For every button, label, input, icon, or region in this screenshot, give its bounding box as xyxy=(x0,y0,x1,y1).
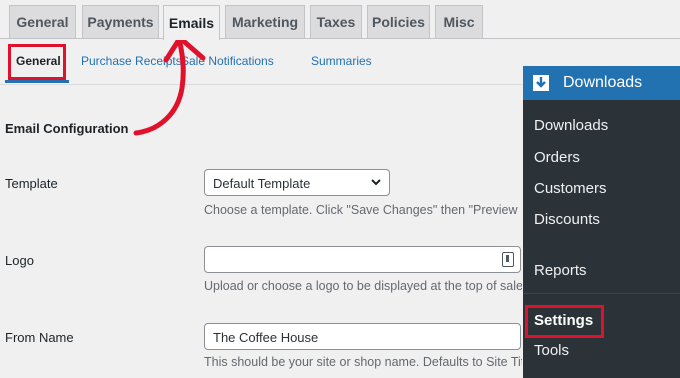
subnav-summaries[interactable]: Summaries xyxy=(311,54,372,68)
subnav-active-indicator xyxy=(5,80,69,83)
chevron-down-icon xyxy=(371,179,381,186)
tab-policies[interactable]: Policies xyxy=(367,5,430,38)
highlight-box-general xyxy=(8,44,66,80)
tab-marketing[interactable]: Marketing xyxy=(225,5,305,38)
from-name-description: This should be your site or shop name. D… xyxy=(204,355,522,369)
template-select-value: Default Template xyxy=(213,176,311,191)
from-name-input-value: The Coffee House xyxy=(213,330,319,345)
sidebar-item-discounts[interactable]: Discounts xyxy=(534,211,600,228)
from-name-label: From Name xyxy=(5,330,74,345)
tab-general[interactable]: General xyxy=(9,5,76,38)
sidebar-item-customers[interactable]: Customers xyxy=(534,180,607,197)
tab-taxes[interactable]: Taxes xyxy=(310,5,362,38)
tab-misc[interactable]: Misc xyxy=(435,5,483,38)
sidebar-divider xyxy=(523,293,680,294)
sidebar-item-tools[interactable]: Tools xyxy=(534,342,569,359)
sidebar-item-reports[interactable]: Reports xyxy=(534,262,587,279)
tab-emails[interactable]: Emails xyxy=(163,5,220,40)
curved-arrow-icon xyxy=(133,35,206,136)
settings-tabs: General Payments Emails Marketing Taxes … xyxy=(0,0,680,40)
sidebar-item-orders[interactable]: Orders xyxy=(534,149,580,166)
sidebar-header-title: Downloads xyxy=(563,74,643,91)
tabs-divider xyxy=(0,38,680,39)
section-title: Email Configuration xyxy=(5,121,129,136)
template-select[interactable]: Default Template xyxy=(204,169,390,196)
logo-input[interactable] xyxy=(204,246,521,273)
upload-icon[interactable] xyxy=(502,252,514,267)
download-icon xyxy=(533,75,549,91)
logo-label: Logo xyxy=(5,253,34,268)
sidebar-menu-downloads[interactable]: Downloads xyxy=(523,66,680,100)
sidebar-item-downloads[interactable]: Downloads xyxy=(534,117,608,134)
logo-description: Upload or choose a logo to be displayed … xyxy=(204,279,522,293)
template-description: Choose a template. Click "Save Changes" … xyxy=(204,203,522,217)
from-name-input[interactable]: The Coffee House xyxy=(204,323,521,350)
template-label: Template xyxy=(5,176,58,191)
highlight-box-settings xyxy=(525,305,604,338)
